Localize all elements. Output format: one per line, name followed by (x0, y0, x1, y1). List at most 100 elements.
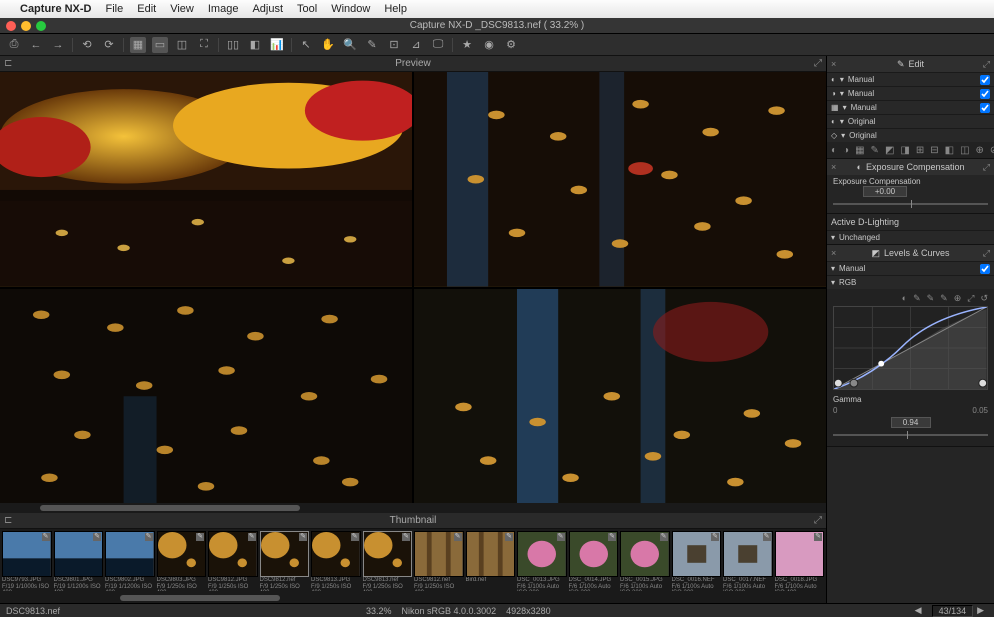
thumbnail-cell[interactable]: ✎DSC9813.nefF/9 1/250s ISO 400 (363, 531, 413, 591)
preview-tile-3[interactable] (0, 289, 412, 504)
row-checkbox[interactable] (980, 264, 990, 274)
thumbnail-image[interactable]: ✎ (723, 531, 773, 577)
dlighting-row[interactable]: ▾ Unchanged (827, 230, 994, 244)
thumbnail-scrollbar[interactable] (0, 593, 826, 603)
rotate-ccw-icon[interactable]: ⟲ (79, 37, 95, 53)
edit-row[interactable]: ◇▾Original (827, 128, 994, 142)
edit-tool-icon[interactable]: ⊕ (976, 145, 984, 156)
exposure-slider[interactable] (833, 203, 988, 205)
curve-tool-icon[interactable]: ✎ (913, 293, 921, 304)
status-pager[interactable]: 43/134 (932, 605, 974, 617)
thumb-expand-left-icon[interactable]: ⊏ (4, 515, 12, 526)
curve-tool-icon[interactable]: ↺ (980, 293, 988, 304)
thumbnail-cell[interactable]: ✎Bird.nef (466, 531, 516, 591)
fit-window-icon[interactable]: ⛶ (196, 37, 212, 53)
expand-icon[interactable]: ⤢ (983, 59, 990, 70)
histogram-icon[interactable]: 📊 (269, 37, 285, 53)
thumbnail-scroll-thumb[interactable] (120, 595, 280, 601)
expand-icon[interactable]: ⤢ (983, 248, 990, 259)
zoom-in-icon[interactable]: 🔍 (342, 37, 358, 53)
curves-row[interactable]: ▾Manual (827, 261, 994, 275)
thumbnail-cell[interactable]: ✎DSC9812.nefF/9 1/250s ISO 400 (260, 531, 310, 591)
edit-tool-icon[interactable]: ◩ (885, 145, 894, 156)
menu-view[interactable]: View (170, 3, 194, 15)
thumbnail-image[interactable]: ✎ (414, 531, 464, 577)
curve-graph[interactable] (833, 306, 988, 390)
forward-icon[interactable]: → (50, 37, 66, 53)
thumbnail-image[interactable]: ✎ (260, 531, 310, 577)
thumbnail-image[interactable]: ✎ (620, 531, 670, 577)
edit-row[interactable]: ◐▾Original (827, 114, 994, 128)
thumb-expand-icon[interactable]: ⤢ (814, 515, 822, 526)
thumbnail-image[interactable]: ✎ (517, 531, 567, 577)
thumbnail-image[interactable]: ✎ (363, 531, 413, 577)
scroll-thumb[interactable] (40, 505, 300, 511)
menu-tool[interactable]: Tool (297, 3, 317, 15)
edit-tool-icon[interactable]: ⊞ (916, 145, 924, 156)
thumbnail-cell[interactable]: ✎DSC_0014.JPGF/6 1/100s Auto ISO 200 (569, 531, 619, 591)
menu-image[interactable]: Image (208, 3, 239, 15)
before-after-icon[interactable]: ◧ (247, 37, 263, 53)
thumbnail-image[interactable]: ✎ (105, 531, 155, 577)
hand-icon[interactable]: ✋ (320, 37, 336, 53)
preview-scrollbar[interactable] (0, 503, 826, 513)
row-checkbox[interactable] (980, 89, 990, 99)
edit-tool-icon[interactable]: ◐ (831, 145, 837, 156)
gamma-value[interactable]: 0.94 (891, 417, 931, 428)
thumbnail-image[interactable]: ✎ (2, 531, 52, 577)
thumbnail-image[interactable]: ✎ (54, 531, 104, 577)
rotate-cw-icon[interactable]: ⟳ (101, 37, 117, 53)
edit-row[interactable]: ◐▾Manual (827, 72, 994, 86)
thumbnail-cell[interactable]: ✎DSC9812.nefF/9 1/250s ISO 400 (414, 531, 464, 591)
thumbnail-image[interactable]: ✎ (569, 531, 619, 577)
app-menu[interactable]: Capture NX-D (20, 3, 92, 15)
curve-tool-icon[interactable]: ⤢ (967, 293, 974, 304)
window-zoom-icon[interactable] (36, 21, 46, 31)
menu-help[interactable]: Help (384, 3, 407, 15)
thumbnail-cell[interactable]: ✎DSC9802.JPGF/19 1/1200s ISO 400 (105, 531, 155, 591)
preview-tile-4[interactable] (414, 289, 826, 504)
thumbnail-strip[interactable]: ✎DSC9793.JPGF/19 1/1000s ISO 400✎DSC9801… (0, 529, 826, 593)
label-icon[interactable]: ◉ (481, 37, 497, 53)
monitor-icon[interactable]: 🖵 (430, 37, 446, 53)
expand-icon[interactable]: ⤢ (983, 162, 990, 173)
compare-view-icon[interactable]: ◫ (174, 37, 190, 53)
thumbnail-cell[interactable]: ✎DSC9803.JPGF/9 1/250s ISO 400 (157, 531, 207, 591)
menu-file[interactable]: File (106, 3, 124, 15)
thumbnail-cell[interactable]: ✎DSC9812.JPGF/9 1/250s ISO 400 (208, 531, 258, 591)
edit-tool-icon[interactable]: ◫ (960, 145, 969, 156)
preview-expand-left-icon[interactable]: ⊏ (4, 58, 12, 69)
thumbnail-image[interactable]: ✎ (208, 531, 258, 577)
curve-tool-icon[interactable]: ◐ (902, 293, 907, 304)
curves-section-header[interactable]: × ◩ Levels & Curves ⤢ (827, 245, 994, 261)
dlighting-header[interactable]: Active D-Lighting (827, 214, 994, 230)
thumbnail-image[interactable]: ✎ (311, 531, 361, 577)
prev-image-icon[interactable]: ◀ (915, 605, 922, 616)
grid-view-icon[interactable]: ▦ (130, 37, 146, 53)
next-image-icon[interactable]: ▶ (977, 605, 984, 616)
menu-window[interactable]: Window (331, 3, 370, 15)
crop-icon[interactable]: ⊡ (386, 37, 402, 53)
row-checkbox[interactable] (980, 75, 990, 85)
curves-row[interactable]: ▾RGB (827, 275, 994, 289)
edit-tool-icon[interactable]: ⊟ (930, 145, 938, 156)
thumbnail-cell[interactable]: ✎DSC9813.JPGF/9 1/250s ISO 400 (311, 531, 361, 591)
edit-row[interactable]: ▦▾Manual (827, 100, 994, 114)
edit-tool-icon[interactable]: ▦ (855, 145, 864, 156)
thumbnail-cell[interactable]: ✎DSC9801.JPGF/19 1/1200s ISO 400 (54, 531, 104, 591)
thumbnail-cell[interactable]: ✎DSC_0015.JPGF/6 1/100s Auto ISO 200 (620, 531, 670, 591)
edit-tool-icon[interactable]: ◧ (945, 145, 954, 156)
thumbnail-image[interactable]: ✎ (466, 531, 516, 577)
two-up-icon[interactable]: ▯▯ (225, 37, 241, 53)
thumbnail-cell[interactable]: ✎DSC_0017.NEFF/6 1/100s Auto ISO 200 (723, 531, 773, 591)
edit-row[interactable]: ◑▾Manual (827, 86, 994, 100)
thumbnail-cell[interactable]: ✎DSC_0016.NEFF/6 1/100s Auto ISO 200 (672, 531, 722, 591)
eyedropper-icon[interactable]: ✎ (364, 37, 380, 53)
thumbnail-cell[interactable]: ✎DSC_0018.JPGF/6 1/100s Auto ISO 400 (775, 531, 825, 591)
curve-tool-icon[interactable]: ✎ (940, 293, 948, 304)
thumbnail-image[interactable]: ✎ (157, 531, 207, 577)
close-icon[interactable]: × (831, 59, 836, 69)
thumbnail-cell[interactable]: ✎DSC_0013.JPGF/6 1/100s Auto ISO 200 (517, 531, 567, 591)
thumbnail-cell[interactable]: ✎DSC9793.JPGF/19 1/1000s ISO 400 (2, 531, 52, 591)
exposure-section-header[interactable]: × ◐ Exposure Compensation ⤢ (827, 159, 994, 175)
